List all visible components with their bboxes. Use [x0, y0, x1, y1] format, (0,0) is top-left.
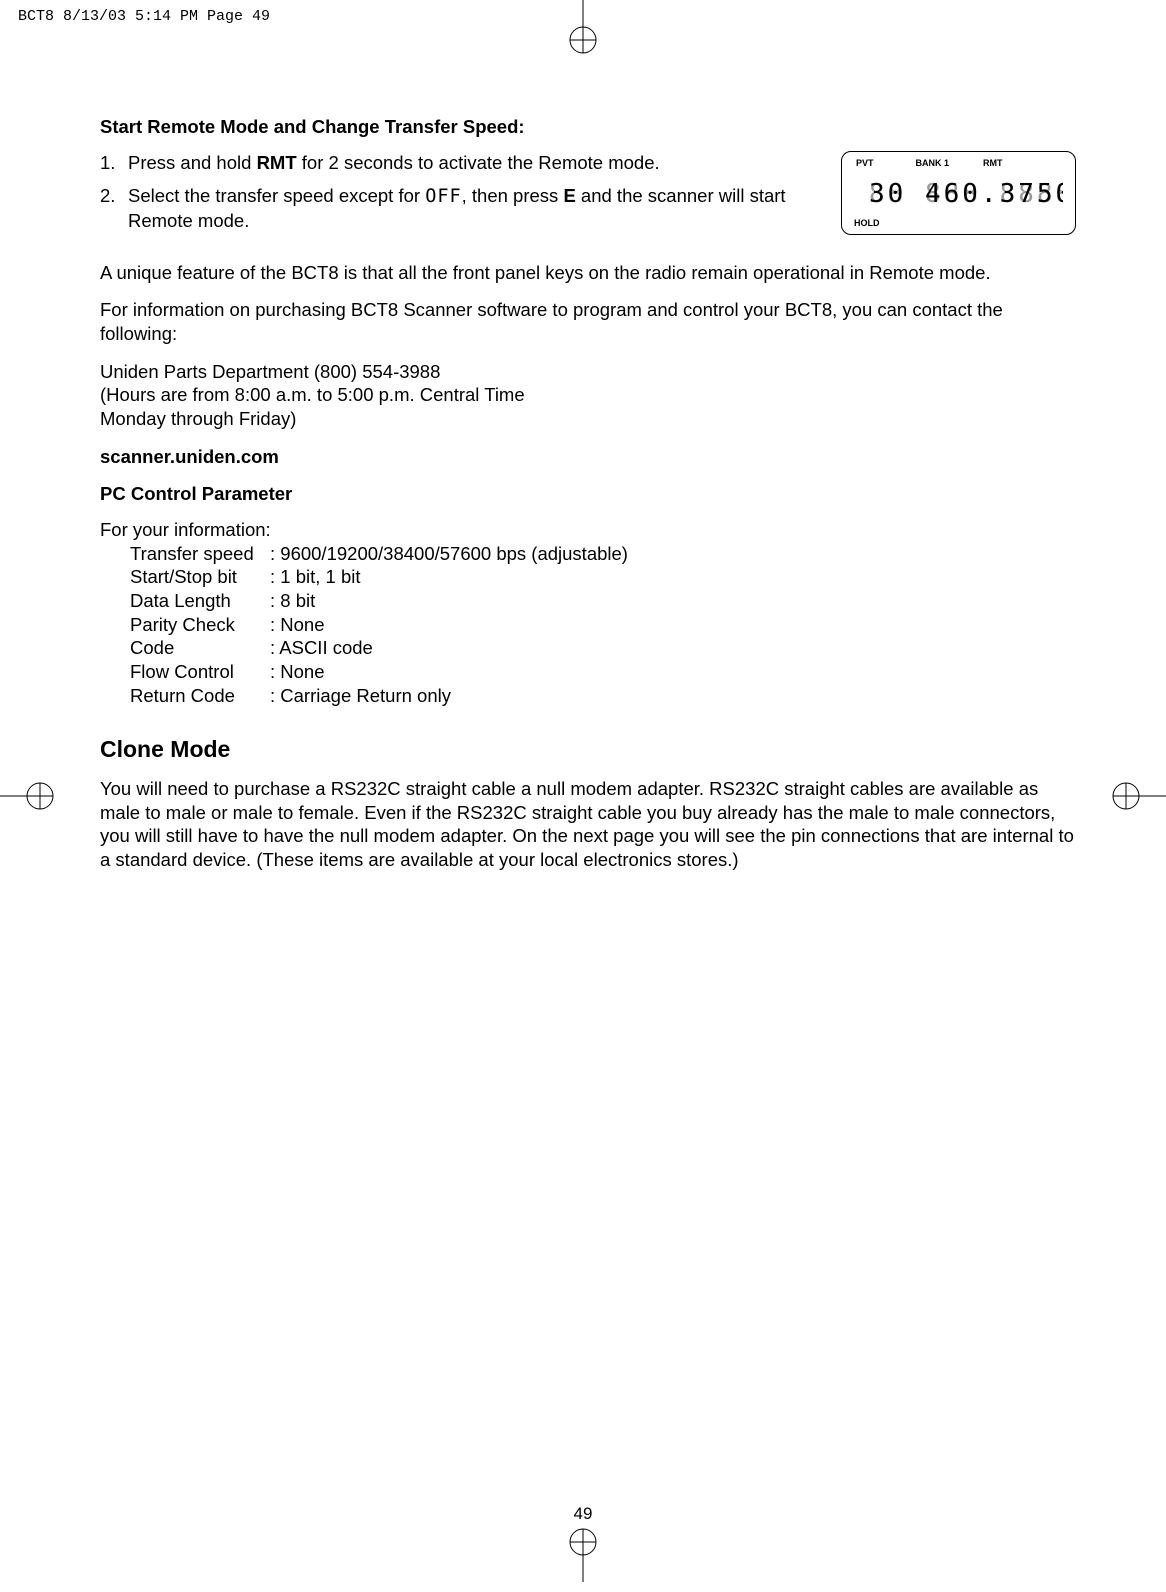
- step-list: 1. Press and hold RMT for 2 seconds to a…: [100, 151, 821, 233]
- step-number: 1.: [100, 151, 128, 175]
- crop-mark-icon: [553, 1522, 613, 1582]
- step-text: Select the transfer speed except for OFF…: [128, 184, 821, 232]
- info-value: : Carriage Return only: [270, 684, 451, 708]
- info-value: : 8 bit: [270, 589, 315, 613]
- lcd-hold-label: HOLD: [854, 218, 1063, 230]
- info-label: Code: [130, 636, 270, 660]
- info-row: Return Code: Carriage Return only: [130, 684, 1076, 708]
- step-text: Press and hold RMT for 2 seconds to acti…: [128, 151, 660, 175]
- crop-mark-icon: [1106, 766, 1166, 826]
- info-row: Parity Check: None: [130, 613, 1076, 637]
- lead-row: 1. Press and hold RMT for 2 seconds to a…: [100, 151, 1076, 247]
- lcd-display: PVT BANK 1 RMT 88 888.8888 30 460.3750 H…: [841, 151, 1076, 235]
- info-value: : None: [270, 613, 325, 637]
- paragraph: You will need to purchase a RS232C strai…: [100, 777, 1076, 872]
- info-row: Transfer speed: 9600/19200/38400/57600 b…: [130, 542, 1076, 566]
- info-label: Parity Check: [130, 613, 270, 637]
- contact-line: (Hours are from 8:00 a.m. to 5:00 p.m. C…: [100, 383, 1076, 407]
- info-label: Return Code: [130, 684, 270, 708]
- info-row: Start/Stop bit: 1 bit, 1 bit: [130, 565, 1076, 589]
- info-value: : 1 bit, 1 bit: [270, 565, 361, 589]
- lcd-bank-label: BANK 1: [916, 158, 950, 170]
- svg-text:30 460.3750: 30 460.3750: [869, 179, 1063, 209]
- main-heading: Clone Mode: [100, 735, 1076, 764]
- info-label: Data Length: [130, 589, 270, 613]
- filename-line: BCT8 8/13/03 5:14 PM Page 49: [18, 8, 270, 25]
- step-number: 2.: [100, 184, 128, 232]
- seven-segment-text: OFF: [425, 186, 461, 207]
- crop-mark-icon: [553, 0, 613, 60]
- lcd-pvt-label: PVT: [856, 158, 874, 170]
- contact-line: Uniden Parts Department (800) 554-3988: [100, 360, 1076, 384]
- list-item: 2. Select the transfer speed except for …: [100, 184, 821, 232]
- contact-line: Monday through Friday): [100, 407, 1076, 431]
- crop-mark-icon: [0, 766, 60, 826]
- info-label: Transfer speed: [130, 542, 270, 566]
- info-row: Data Length: 8 bit: [130, 589, 1076, 613]
- paragraph: For information on purchasing BCT8 Scann…: [100, 298, 1076, 345]
- info-label: Start/Stop bit: [130, 565, 270, 589]
- page-number: 49: [574, 1504, 593, 1524]
- contact-block: Uniden Parts Department (800) 554-3988 (…: [100, 360, 1076, 431]
- info-block: Transfer speed: 9600/19200/38400/57600 b…: [100, 542, 1076, 708]
- info-value: : 9600/19200/38400/57600 bps (adjustable…: [270, 542, 628, 566]
- info-value: : None: [270, 660, 325, 684]
- paragraph: A unique feature of the BCT8 is that all…: [100, 261, 1076, 285]
- seven-segment-icon: 88 888.8888 30 460.3750: [854, 178, 1063, 210]
- section-heading: PC Control Parameter: [100, 482, 1076, 506]
- info-label: Flow Control: [130, 660, 270, 684]
- info-row: Flow Control: None: [130, 660, 1076, 684]
- url-text: scanner.uniden.com: [100, 445, 1076, 469]
- lcd-top-row: PVT BANK 1 RMT: [854, 158, 1063, 170]
- lcd-frequency-row: 88 888.8888 30 460.3750: [854, 178, 1063, 210]
- lead-text: 1. Press and hold RMT for 2 seconds to a…: [100, 151, 821, 247]
- list-item: 1. Press and hold RMT for 2 seconds to a…: [100, 151, 821, 175]
- lcd-rmt-label: RMT: [983, 158, 1003, 170]
- info-value: : ASCII code: [270, 636, 373, 660]
- section-heading: Start Remote Mode and Change Transfer Sp…: [100, 115, 1076, 139]
- info-row: Code: ASCII code: [130, 636, 1076, 660]
- page-content: Start Remote Mode and Change Transfer Sp…: [100, 115, 1076, 886]
- info-intro: For your information:: [100, 518, 1076, 542]
